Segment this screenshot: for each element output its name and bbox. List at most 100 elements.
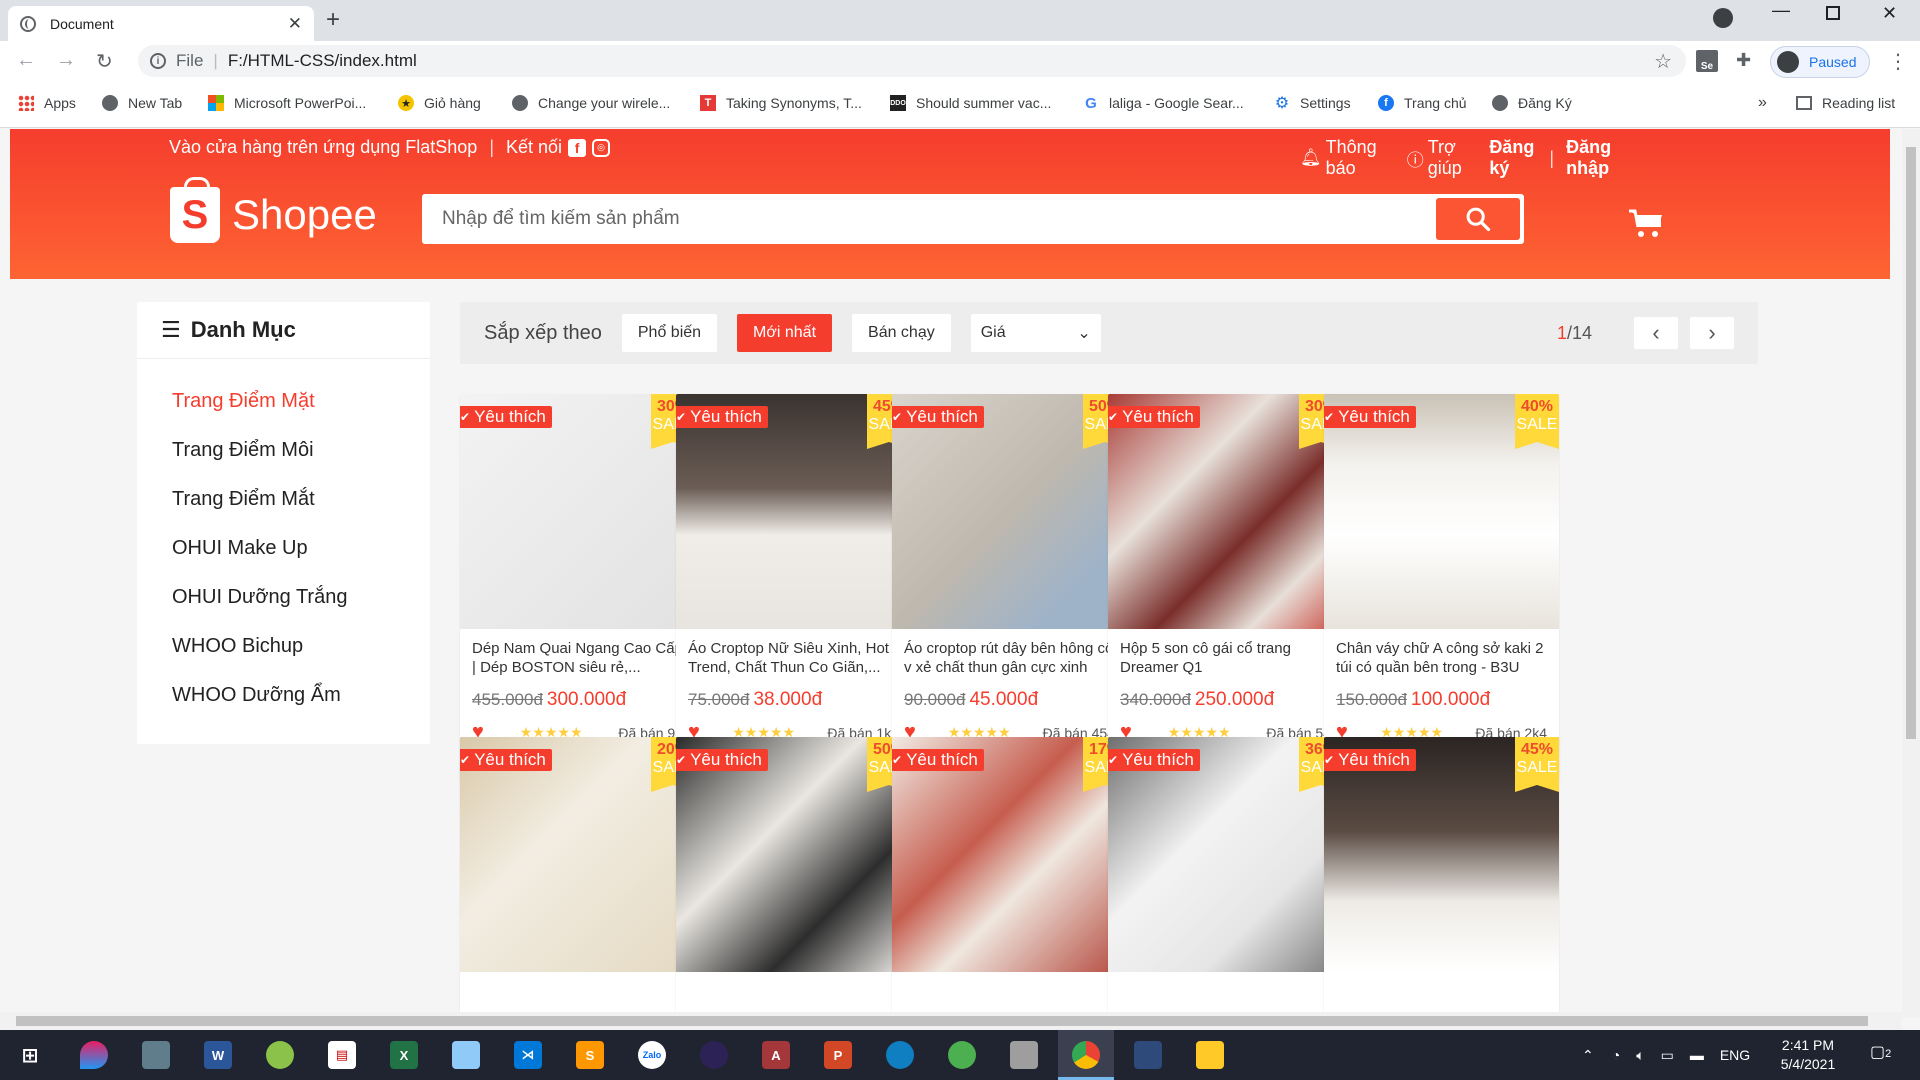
more-menu-icon[interactable]: ⋮ [1888,49,1908,74]
price-select[interactable]: Giá ⌄ [970,314,1101,352]
bookmark-trang-chu[interactable]: f Trang chủ [1378,95,1467,111]
bookmark-new-tab[interactable]: New Tab [102,95,182,111]
window-close-icon[interactable]: ✕ [1882,3,1897,24]
app-icon[interactable] [948,1041,976,1069]
bookmark-dang-ky[interactable]: Đăng Ký [1492,95,1572,111]
windows-start-icon[interactable]: ⊞ [16,1041,44,1069]
sidebar-item-category[interactable]: Trang Điểm Mặt [137,377,430,426]
profile-button[interactable]: Paused [1770,46,1870,78]
sidebar-item-category[interactable]: OHUI Dưỡng Trắng [137,573,430,622]
sql-icon[interactable] [1134,1041,1162,1069]
sidebar-item-category[interactable]: WHOO Bichup [137,622,430,671]
paint-icon[interactable] [266,1041,294,1069]
product-image[interactable]: ✔ Yêu thích 17% SALE [892,737,1127,972]
forward-icon[interactable]: → [56,49,76,72]
word-icon[interactable]: W [204,1041,232,1069]
close-tab-icon[interactable]: ✕ [288,14,302,34]
search-input[interactable] [422,194,1436,244]
sidebar-item-category[interactable]: OHUI Make Up [137,524,430,573]
file-explorer-icon[interactable] [1196,1041,1224,1069]
address-bar[interactable]: i File | F:/HTML-CSS/index.html ☆ [138,45,1686,77]
notifications-link[interactable]: 🔔︎ Thông báo [1300,137,1377,179]
instagram-icon[interactable]: ◎ [592,138,611,157]
volume-icon[interactable]: 🔈︎ [1636,1047,1644,1064]
sublime-icon[interactable]: S [576,1041,604,1069]
product-card[interactable]: ✔ Yêu thích 30% SALE Dép Nam Quai Ngang Cao … [460,394,695,782]
product-card[interactable]: ✔ Yêu thích 40% SALE Chân váy chữ A công sở … [1324,394,1559,782]
bookmark-apps[interactable]: Apps [18,95,76,111]
bookmark-summer[interactable]: DDO Should summer vac... [890,95,1051,111]
bookmark-settings[interactable]: ⚙ Settings [1274,95,1351,112]
powerpoint-icon[interactable]: P [824,1041,852,1069]
bookmark-laliga[interactable]: Glaliga - Google Sear... [1083,95,1243,112]
product-image[interactable]: ✔ Yêu thích 40% SALE [1324,394,1559,629]
product-card[interactable]: ✔ Yêu thích 20% SALE [460,737,695,1018]
product-image[interactable]: ✔ Yêu thích 45% SALE [676,394,911,629]
notification-center-icon[interactable]: ▢2 [1870,1042,1891,1062]
bookmark-gio-hang[interactable]: ★ Giỏ hàng [398,95,481,111]
minimize-icon[interactable]: — [1772,0,1790,21]
search-button[interactable] [1436,198,1520,240]
product-card[interactable]: ✔ Yêu thích 30% SALE Hộp 5 son cô gái cổ tra… [1108,394,1343,782]
browser-tab[interactable]: Document ✕ [8,6,314,41]
sort-newest-button[interactable]: Mới nhất [737,314,833,352]
battery-icon[interactable]: ▭ [1661,1047,1674,1064]
product-name[interactable]: Chân váy chữ A công sở kaki 2 túi có quầ… [1336,639,1547,677]
bookmark-powerpoint[interactable]: Microsoft PowerPoi... [208,95,366,111]
excel-icon[interactable]: X [390,1041,418,1069]
access-icon[interactable]: A [762,1041,790,1069]
product-card[interactable]: ✔ Yêu thích 50% SALE [676,737,911,1018]
next-page-button[interactable]: › [1690,317,1734,349]
cube-icon[interactable] [452,1041,480,1069]
product-card[interactable]: ✔ Yêu thích 50% SALE Áo croptop rút dây bên … [892,394,1127,782]
sidebar-item-category[interactable]: Trang Điểm Môi [137,426,430,475]
edge-icon[interactable] [886,1041,914,1069]
sort-bestseller-button[interactable]: Bán chạy [852,314,951,352]
horizontal-scrollbar[interactable] [0,1012,1902,1030]
extensions-puzzle-icon[interactable]: ✚ [1736,50,1758,72]
product-card[interactable]: ✔ Yêu thích 36% SALE [1108,737,1343,1018]
login-link[interactable]: Đăng nhập [1566,137,1630,179]
sidebar-item-category[interactable]: WHOO Dưỡng Ẩm [137,671,430,720]
product-card[interactable]: ✔ Yêu thích 45% SALE Áo Croptop Nữ Siêu Xinh… [676,394,911,782]
scrollbar-thumb[interactable] [16,1016,1868,1026]
new-tab-button[interactable]: + [326,6,340,34]
product-card[interactable]: ✔ Yêu thích 17% SALE [892,737,1127,1018]
paint-drop-icon[interactable] [80,1041,108,1069]
selenium-extension-icon[interactable]: Se [1696,50,1718,72]
info-icon[interactable]: i [150,53,166,69]
product-name[interactable]: Áo Croptop Nữ Siêu Xinh, Hot Trend, Chất… [688,639,899,677]
scrollbar-thumb[interactable] [1906,147,1916,739]
language-indicator[interactable]: ENG [1720,1047,1750,1063]
vscode-icon[interactable]: ⋊ [514,1041,542,1069]
product-image[interactable]: ✔ Yêu thích 50% SALE [892,394,1127,629]
app-icon[interactable] [142,1041,170,1069]
product-image[interactable]: ✔ Yêu thích 50% SALE [676,737,911,972]
product-image[interactable]: ✔ Yêu thích 36% SALE [1108,737,1343,972]
clock[interactable]: 2:41 PM 5/4/2021 [1772,1036,1844,1074]
product-image[interactable]: ✔ Yêu thích 20% SALE [460,737,695,972]
product-image[interactable]: ✔ Yêu thích 30% SALE [1108,394,1343,629]
product-name[interactable]: Áo croptop rút dây bên hông cổ v xẻ chất… [904,639,1115,677]
app-icon[interactable]: ▤ [328,1041,356,1069]
bookmark-star-icon[interactable]: ☆ [1654,49,1672,74]
bookmark-wireless[interactable]: Change your wirele... [512,95,670,111]
register-link[interactable]: Đăng ký [1489,137,1537,179]
product-name[interactable]: Hộp 5 son cô gái cổ trang Dreamer Q1 [1120,639,1331,677]
reload-icon[interactable]: ↻ [96,49,113,74]
maximize-icon[interactable] [1826,6,1840,20]
shopee-logo[interactable]: S Shopee [170,177,377,243]
wifi-icon[interactable]: ◔ [1612,1047,1620,1063]
help-link[interactable]: ⓘ Trợ giúp [1407,137,1468,179]
product-card[interactable]: ✔ Yêu thích 45% SALE [1324,737,1559,1018]
back-icon[interactable]: ← [16,49,36,72]
product-name[interactable]: Dép Nam Quai Ngang Cao Cấp | Dép BOSTON … [472,639,683,677]
facebook-icon[interactable]: f [568,138,587,157]
url-text[interactable]: F:/HTML-CSS/index.html [228,51,417,71]
bookmarks-more-icon[interactable]: » [1758,94,1767,112]
prev-page-button[interactable]: ‹ [1634,317,1678,349]
app-icon[interactable] [1010,1041,1038,1069]
sort-popular-button[interactable]: Phổ biến [621,314,718,352]
product-image[interactable]: ✔ Yêu thích 45% SALE [1324,737,1559,972]
zalo-icon[interactable]: Zalo [638,1041,666,1069]
